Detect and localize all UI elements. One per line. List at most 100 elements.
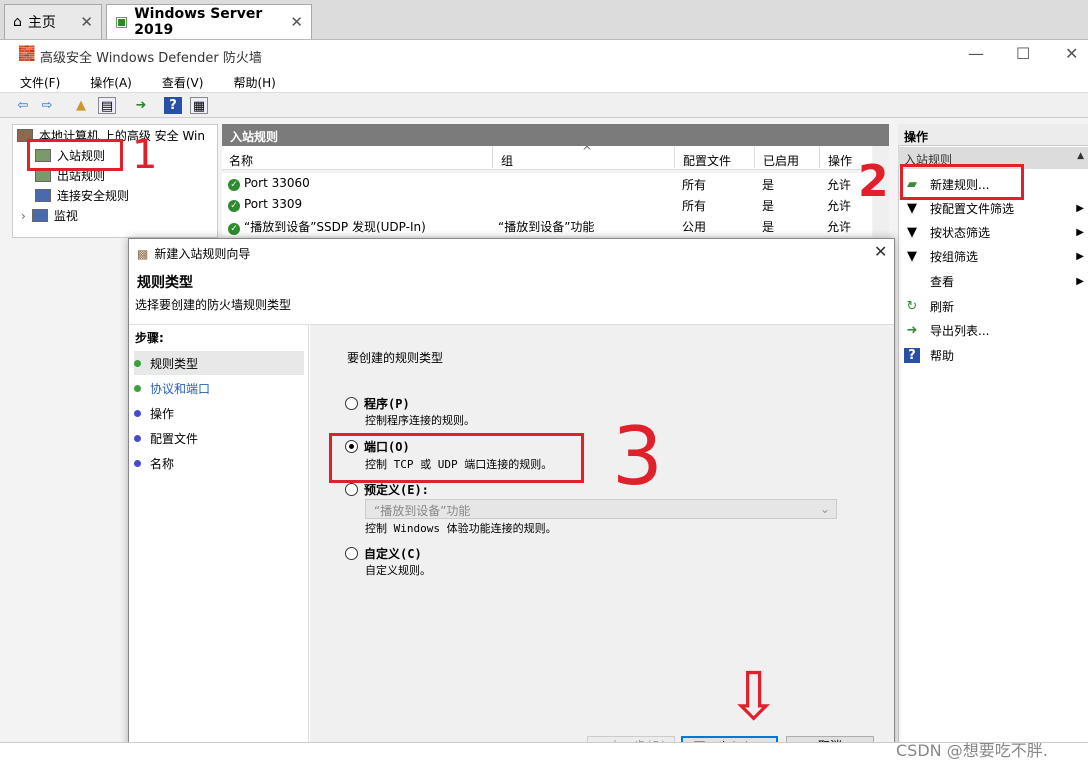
dialog-titlebar: ▩ 新建入站规则向导: [137, 245, 250, 262]
tab-home[interactable]: ⌂ 主页 ✕: [4, 4, 102, 39]
submenu-arrow-icon: ▶: [1076, 227, 1084, 238]
dialog-subheading: 选择要创建的防火墙规则类型: [135, 298, 292, 312]
list-header: 入站规则: [222, 124, 889, 146]
menu-action[interactable]: 操作(A): [70, 70, 142, 92]
action-refresh[interactable]: ↻ 刷新: [904, 298, 1084, 315]
collapse-icon[interactable]: ▲: [1077, 151, 1084, 161]
rule-action: 允许: [827, 178, 852, 192]
action-label: 按组筛选: [930, 250, 979, 264]
step-label: 操作: [150, 406, 175, 421]
predefined-select-value: “播放到设备”功能: [374, 504, 471, 518]
step-label: 协议和端口: [150, 381, 211, 396]
show-hide-tree-icon[interactable]: ▤: [98, 97, 116, 114]
rule-name: “播放到设备”SSDP 发现(UDP-In): [244, 220, 426, 234]
action-help[interactable]: ? 帮助: [904, 347, 1084, 364]
step-label: 配置文件: [150, 431, 199, 446]
help-icon[interactable]: ?: [164, 97, 182, 114]
rule-type-prompt: 要创建的规则类型: [347, 351, 444, 365]
step-dot-icon: [134, 459, 141, 467]
column-action[interactable]: 操作: [819, 146, 852, 168]
option-label: 程序(P): [364, 397, 410, 411]
rule-profile: 所有: [682, 178, 707, 192]
action-label: 帮助: [930, 349, 955, 363]
close-icon[interactable]: ✕: [290, 13, 303, 31]
vm-icon: ▣: [115, 14, 129, 30]
action-label: 按配置文件筛选: [930, 202, 1015, 216]
minimize-icon[interactable]: —: [968, 44, 984, 63]
tree-item-label: 监视: [53, 209, 78, 223]
step-dot-icon: [134, 384, 141, 392]
list-columns: 名称 组 ^ 配置文件 已启用 操作: [222, 144, 872, 170]
option-label: 预定义(E):: [364, 483, 429, 497]
close-window-icon[interactable]: ✕: [1065, 44, 1078, 63]
step-profile: 配置文件: [134, 426, 304, 450]
action-filter-profile[interactable]: ▼ 按配置文件筛选 ▶: [904, 200, 1084, 217]
dialog-close-icon[interactable]: ✕: [874, 242, 887, 261]
annotation-box-3: [329, 433, 584, 483]
export-icon[interactable]: ➜: [132, 97, 150, 114]
column-profile[interactable]: 配置文件: [674, 146, 731, 168]
rule-enabled: 是: [762, 178, 775, 192]
menu-view[interactable]: 查看(V): [142, 70, 214, 92]
up-folder-icon[interactable]: ▲: [72, 97, 90, 114]
column-enabled[interactable]: 已启用: [754, 146, 799, 168]
chevron-right-icon[interactable]: ›: [21, 209, 26, 223]
option-custom[interactable]: 自定义(C): [345, 545, 422, 562]
annotation-number-1: 1: [132, 132, 158, 178]
filter-icon: ▼: [907, 225, 917, 240]
column-group[interactable]: 组: [492, 146, 513, 168]
action-label: 查看: [930, 275, 955, 289]
action-filter-group[interactable]: ▼ 按组筛选 ▶: [904, 248, 1084, 265]
rule-profile: 所有: [682, 199, 707, 213]
option-desc: 控制 Windows 体验功能连接的规则。: [365, 522, 557, 535]
option-program[interactable]: 程序(P): [345, 395, 410, 412]
action-filter-state[interactable]: ▼ 按状态筛选 ▶: [904, 224, 1084, 241]
actions-pane: [898, 124, 1088, 744]
submenu-arrow-icon: ▶: [1076, 251, 1084, 262]
tree-item-connection-security[interactable]: 连接安全规则: [35, 187, 129, 204]
table-row[interactable]: ✓ Port 33060 所有 是 允许: [222, 173, 872, 194]
radio-program[interactable]: [345, 397, 358, 410]
back-icon[interactable]: ⇦: [14, 97, 32, 114]
tree-item-monitor[interactable]: › 监视: [21, 207, 78, 224]
radio-predefined[interactable]: [345, 483, 358, 496]
window-titlebar: 🧱 高级安全 Windows Defender 防火墙 — ☐ ✕: [0, 40, 1088, 70]
option-desc: 控制程序连接的规则。: [365, 414, 475, 427]
action-view[interactable]: 查看 ▶: [904, 273, 1084, 290]
radio-custom[interactable]: [345, 547, 358, 560]
annotation-arrow: ⇩: [726, 658, 782, 735]
menu-bar: 文件(F) 操作(A) 查看(V) 帮助(H): [0, 70, 1088, 92]
action-export[interactable]: ➜ 导出列表...: [904, 322, 1084, 339]
table-row[interactable]: ✓ “播放到设备”SSDP 发现(UDP-In) “播放到设备”功能 公用 是 允…: [222, 215, 872, 236]
rule-action: 允许: [827, 220, 852, 234]
window-title: 高级安全 Windows Defender 防火墙: [40, 51, 262, 66]
annotation-number-2: 2: [858, 156, 889, 207]
table-row[interactable]: ✓ Port 3309 所有 是 允许: [222, 194, 872, 215]
menu-file[interactable]: 文件(F): [0, 70, 70, 92]
forward-icon[interactable]: ⇨: [38, 97, 56, 114]
step-action: 操作: [134, 401, 304, 425]
tree-item-label: 连接安全规则: [57, 189, 130, 203]
enabled-check-icon: ✓: [228, 200, 240, 212]
step-name: 名称: [134, 451, 304, 475]
connection-security-icon: [35, 189, 51, 202]
predefined-select[interactable]: “播放到设备”功能 ⌄: [365, 499, 837, 519]
maximize-icon[interactable]: ☐: [1016, 44, 1030, 63]
tab-windows-server[interactable]: ▣ Windows Server 2019 ✕: [106, 4, 312, 39]
option-predefined[interactable]: 预定义(E):: [345, 481, 429, 498]
step-rule-type: 规则类型: [134, 351, 304, 375]
action-label: 刷新: [930, 300, 955, 314]
step-protocol-ports[interactable]: 协议和端口: [134, 376, 304, 400]
help-icon: ?: [904, 348, 920, 363]
menu-help[interactable]: 帮助(H): [213, 70, 285, 92]
tab-home-label: 主页: [27, 15, 56, 31]
close-icon[interactable]: ✕: [80, 13, 93, 31]
export-icon: ➜: [906, 323, 918, 338]
rule-action: 允许: [827, 199, 852, 213]
annotation-box-1: [27, 139, 123, 171]
column-name[interactable]: 名称: [229, 152, 253, 169]
rule-profile: 公用: [682, 220, 707, 234]
filter-icon: ▼: [907, 201, 917, 216]
action-pane-icon[interactable]: ▦: [190, 97, 208, 114]
rule-group: “播放到设备”功能: [498, 220, 595, 234]
